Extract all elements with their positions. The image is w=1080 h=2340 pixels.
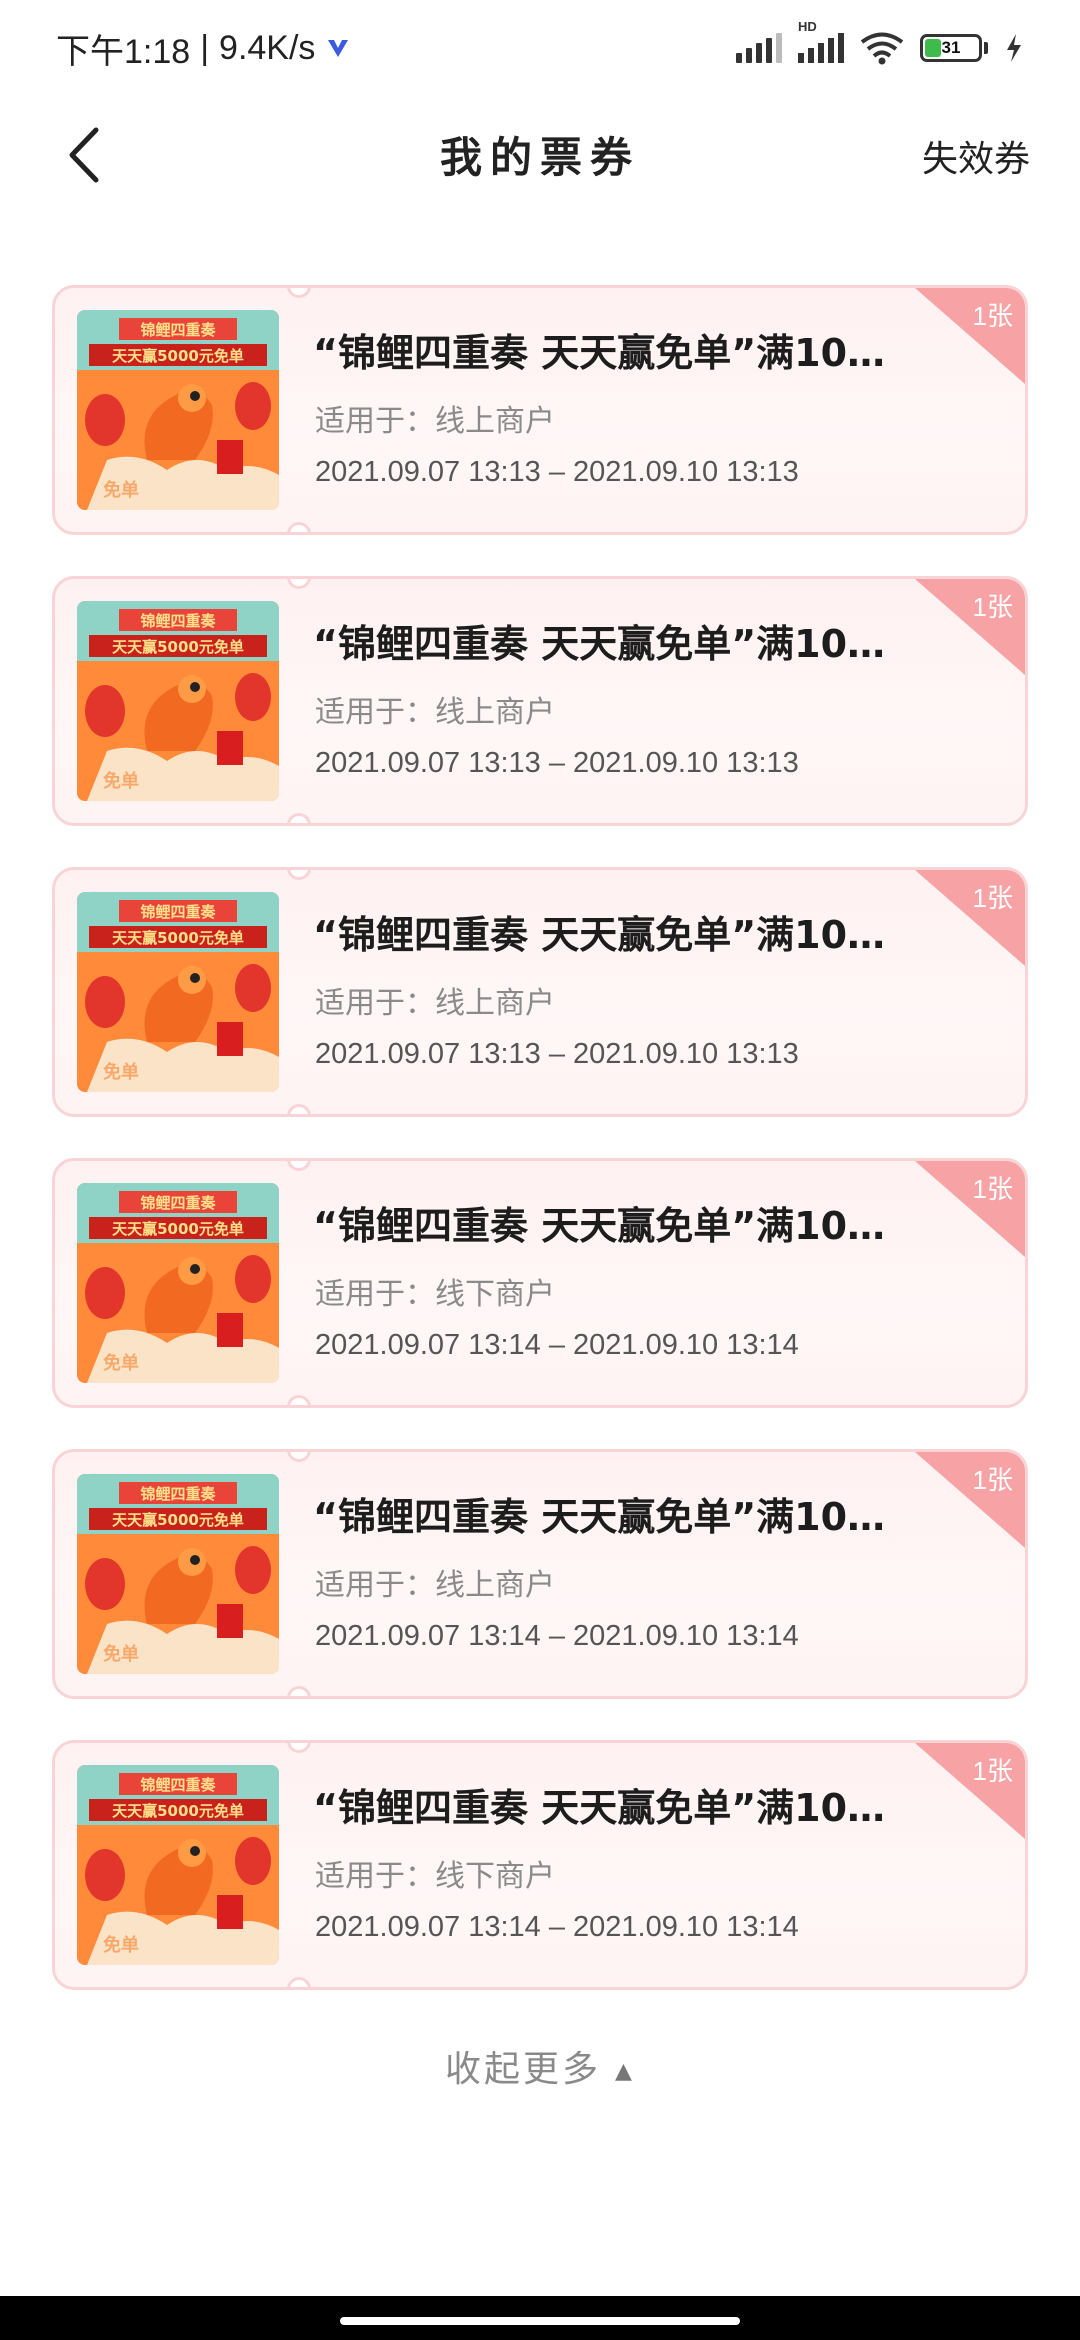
coupon-thumbnail: 锦鲤四重奏 天天赢5000元免单 免单 bbox=[77, 892, 279, 1092]
coupon-scope: 适用于：线上商户 bbox=[315, 695, 555, 730]
network-speed: 9.4K/s bbox=[219, 28, 316, 67]
thumbnail-title-text: 锦鲤四重奏 bbox=[140, 903, 216, 921]
coupon-scope: 适用于：线上商户 bbox=[315, 404, 555, 439]
thumbnail-tag-text: 免单 bbox=[103, 770, 139, 792]
coupon-title: “锦鲤四重奏 天天赢免单”满10… bbox=[313, 331, 886, 375]
ticket-notch-top bbox=[287, 579, 311, 589]
page-title: 我的票券 bbox=[439, 133, 640, 182]
coupon-scope: 适用于：线上商户 bbox=[315, 986, 555, 1021]
home-indicator[interactable] bbox=[340, 2317, 740, 2325]
header: 我的票券 失效券 bbox=[0, 100, 1080, 210]
coupon-count: 1张 bbox=[972, 592, 1013, 622]
ticket-notch-bottom bbox=[287, 813, 311, 823]
coupon-title: “锦鲤四重奏 天天赢免单”满10… bbox=[313, 622, 886, 666]
battery-cap bbox=[984, 42, 988, 54]
coupon-count: 1张 bbox=[972, 883, 1013, 913]
thumbnail-subtitle-text: 天天赢5000元免单 bbox=[112, 1220, 244, 1238]
collapse-more-label: 收起更多 bbox=[445, 2049, 602, 2090]
ticket-notch-top bbox=[287, 1452, 311, 1462]
coupon-title: “锦鲤四重奏 天天赢免单”满10… bbox=[313, 1495, 886, 1539]
coupon-title: “锦鲤四重奏 天天赢免单”满10… bbox=[313, 1786, 886, 1830]
ticket-notch-top bbox=[287, 1743, 311, 1753]
clock: 下午1:18 bbox=[56, 32, 191, 71]
ticket-notch-bottom bbox=[287, 522, 311, 532]
thumbnail-tag-text: 免单 bbox=[103, 1352, 139, 1374]
coupon-count: 1张 bbox=[972, 301, 1013, 331]
triangle-up-icon: ▲ bbox=[615, 2058, 635, 2084]
thumbnail-subtitle-text: 天天赢5000元免单 bbox=[112, 1511, 244, 1529]
coupon-scope: 适用于：线下商户 bbox=[315, 1277, 555, 1312]
coupon-validity: 2021.09.07 13:13 – 2021.09.10 13:13 bbox=[315, 1038, 799, 1070]
thumbnail-tag-text: 免单 bbox=[103, 1643, 139, 1665]
coupon-count: 1张 bbox=[972, 1756, 1013, 1786]
ticket-notch-top bbox=[287, 1161, 311, 1171]
wifi-icon bbox=[860, 32, 904, 65]
coupon-count: 1张 bbox=[972, 1465, 1013, 1495]
coupon-thumbnail: 锦鲤四重奏 天天赢5000元免单 免单 bbox=[77, 601, 279, 801]
signal-icon bbox=[736, 33, 782, 63]
status-separator: | bbox=[200, 28, 210, 67]
coupon-thumbnail: 锦鲤四重奏 天天赢5000元免单 免单 bbox=[77, 1183, 279, 1383]
ticket-notch-top bbox=[287, 288, 311, 298]
thumbnail-subtitle-text: 天天赢5000元免单 bbox=[112, 1802, 244, 1820]
coupon-thumbnail: 锦鲤四重奏 天天赢5000元免单 免单 bbox=[77, 310, 279, 510]
coupon-card-1[interactable]: 锦鲤四重奏 天天赢5000元免单 免单 “锦鲤四重奏 天天赢免单”满10… 适用… bbox=[52, 285, 1028, 535]
status-right: HD 31 bbox=[736, 19, 1024, 65]
coupon-validity: 2021.09.07 13:13 – 2021.09.10 13:13 bbox=[315, 456, 799, 488]
thumbnail-subtitle-text: 天天赢5000元免单 bbox=[112, 929, 244, 947]
coupon-card-5[interactable]: 锦鲤四重奏 天天赢5000元免单 免单 “锦鲤四重奏 天天赢免单”满10… 适用… bbox=[52, 1449, 1028, 1699]
expired-coupons-link[interactable]: 失效券 bbox=[922, 130, 1030, 182]
ticket-notch-bottom bbox=[287, 1104, 311, 1114]
coupon-thumbnail: 锦鲤四重奏 天天赢5000元免单 免单 bbox=[77, 1474, 279, 1674]
coupon-thumbnail: 锦鲤四重奏 天天赢5000元免单 免单 bbox=[77, 1765, 279, 1965]
ticket-notch-bottom bbox=[287, 1686, 311, 1696]
ticket-notch-bottom bbox=[287, 1977, 311, 1987]
ticket-notch-top bbox=[287, 870, 311, 880]
coupon-scope: 适用于：线下商户 bbox=[315, 1859, 555, 1894]
thumbnail-tag-text: 免单 bbox=[103, 479, 139, 501]
charging-bolt-icon bbox=[1007, 34, 1021, 62]
thumbnail-tag-text: 免单 bbox=[103, 1934, 139, 1956]
coupon-validity: 2021.09.07 13:14 – 2021.09.10 13:14 bbox=[315, 1620, 799, 1652]
coupon-count: 1张 bbox=[972, 1174, 1013, 1204]
coupon-validity: 2021.09.07 13:14 – 2021.09.10 13:14 bbox=[315, 1911, 799, 1943]
thumbnail-subtitle-text: 天天赢5000元免单 bbox=[112, 347, 244, 365]
coupon-validity: 2021.09.07 13:14 – 2021.09.10 13:14 bbox=[315, 1329, 799, 1361]
hd-label: HD bbox=[798, 19, 817, 34]
ticket-notch-bottom bbox=[287, 1395, 311, 1405]
status-bar: 下午1:18 | 9.4K/s HD 31 bbox=[0, 0, 1080, 96]
coupon-validity: 2021.09.07 13:13 – 2021.09.10 13:13 bbox=[315, 747, 799, 779]
status-left: 下午1:18 | 9.4K/s bbox=[56, 24, 351, 73]
coupon-title: “锦鲤四重奏 天天赢免单”满10… bbox=[313, 1204, 886, 1248]
coupon-title: “锦鲤四重奏 天天赢免单”满10… bbox=[313, 913, 886, 957]
thumbnail-title-text: 锦鲤四重奏 bbox=[140, 321, 216, 339]
collapse-more-button[interactable]: 收起更多 ▲ bbox=[0, 2040, 1080, 2092]
vpn-icon bbox=[328, 40, 349, 57]
coupon-scope: 适用于：线上商户 bbox=[315, 1568, 555, 1603]
battery-level: 31 bbox=[941, 38, 961, 57]
coupon-card-2[interactable]: 锦鲤四重奏 天天赢5000元免单 免单 “锦鲤四重奏 天天赢免单”满10… 适用… bbox=[52, 576, 1028, 826]
coupon-card-4[interactable]: 锦鲤四重奏 天天赢5000元免单 免单 “锦鲤四重奏 天天赢免单”满10… 适用… bbox=[52, 1158, 1028, 1408]
thumbnail-title-text: 锦鲤四重奏 bbox=[140, 1485, 216, 1503]
thumbnail-title-text: 锦鲤四重奏 bbox=[140, 1776, 216, 1794]
thumbnail-title-text: 锦鲤四重奏 bbox=[140, 1194, 216, 1212]
thumbnail-tag-text: 免单 bbox=[103, 1061, 139, 1083]
coupon-card-6[interactable]: 锦鲤四重奏 天天赢5000元免单 免单 “锦鲤四重奏 天天赢免单”满10… 适用… bbox=[52, 1740, 1028, 1990]
thumbnail-subtitle-text: 天天赢5000元免单 bbox=[112, 638, 244, 656]
coupon-list: 锦鲤四重奏 天天赢5000元免单 免单 “锦鲤四重奏 天天赢免单”满10… 适用… bbox=[52, 285, 1028, 2031]
thumbnail-title-text: 锦鲤四重奏 bbox=[140, 612, 216, 630]
battery-icon: 31 bbox=[920, 34, 982, 62]
coupon-card-3[interactable]: 锦鲤四重奏 天天赢5000元免单 免单 “锦鲤四重奏 天天赢免单”满10… 适用… bbox=[52, 867, 1028, 1117]
signal-hd-icon: HD bbox=[798, 19, 844, 63]
